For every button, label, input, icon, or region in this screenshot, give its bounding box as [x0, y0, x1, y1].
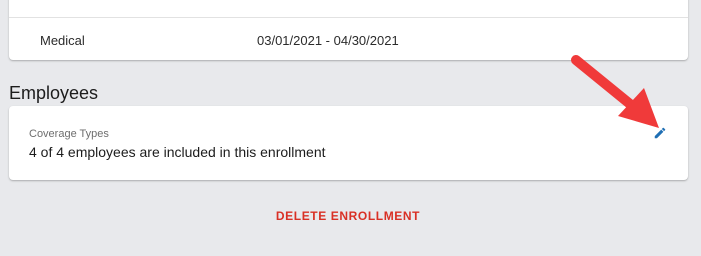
employees-included-summary: 4 of 4 employees are included in this en…: [29, 144, 326, 160]
employees-section-title: Employees: [9, 83, 99, 103]
coverage-types-label: Coverage Types: [29, 128, 109, 140]
delete-enrollment-button[interactable]: DELETE ENROLLMENT: [270, 205, 426, 227]
employees-card: Coverage Types 4 of 4 employees are incl…: [9, 106, 688, 180]
pencil-icon: [654, 127, 666, 139]
coverage-type-name: Medical: [40, 33, 85, 48]
coverage-date-range: 03/01/2021 - 04/30/2021: [257, 33, 399, 48]
edit-employees-button[interactable]: [649, 122, 671, 144]
card-divider: [9, 17, 688, 18]
coverage-card: Medical 03/01/2021 - 04/30/2021: [9, 0, 688, 60]
